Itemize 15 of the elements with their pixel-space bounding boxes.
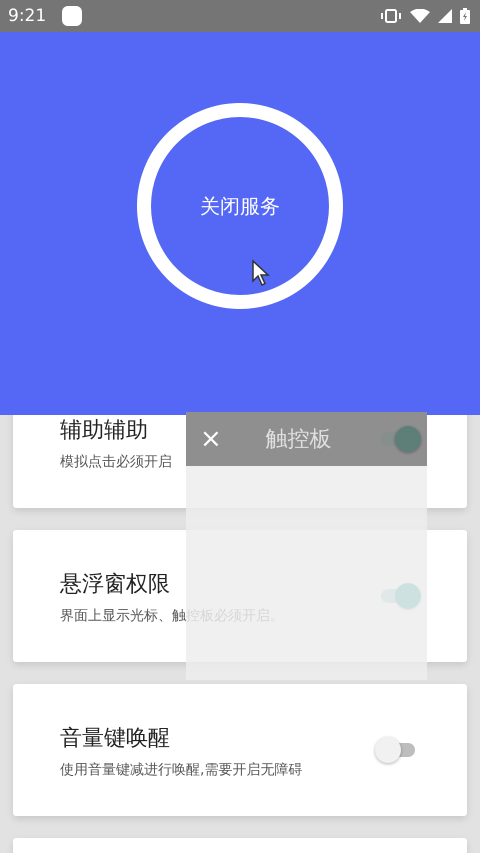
wifi-icon <box>410 9 430 23</box>
cursor-icon <box>251 259 271 287</box>
setting-description: 模拟点击必须开启 <box>60 453 172 471</box>
panel-title: 触控板 <box>264 426 332 454</box>
close-button[interactable]: × <box>200 426 222 452</box>
status-time: 9:21 <box>8 6 46 26</box>
setting-title: 辅助辅助 <box>60 417 148 445</box>
battery-icon <box>460 8 470 24</box>
signal-icon <box>438 9 452 23</box>
setting-title: 音量键唤醒 <box>60 725 170 753</box>
setting-title: 悬浮窗权限 <box>60 571 170 599</box>
vibrate-icon <box>380 9 402 23</box>
notification-icon <box>62 6 82 26</box>
setting-description: 使用音量键减进行唤醒,需要开启无障碍 <box>60 761 302 779</box>
service-button[interactable]: 关闭服务 <box>137 103 343 309</box>
